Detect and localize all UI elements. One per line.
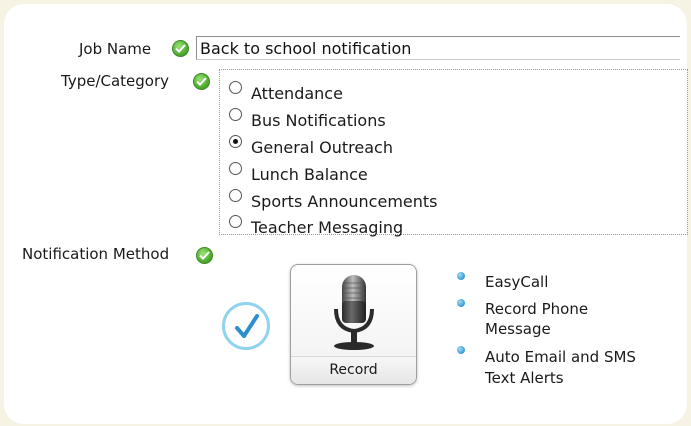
job-name-label: Job Name: [79, 40, 152, 58]
category-option-label: Attendance: [251, 84, 343, 103]
category-option-label: Sports Announcements: [251, 192, 438, 211]
method-option-record-phone-line2: Message: [485, 320, 551, 338]
type-category-valid-icon: [193, 73, 210, 90]
record-button-label: Record: [291, 356, 416, 384]
method-option-easycall: EasyCall: [485, 273, 549, 291]
bullet-icon: [457, 299, 465, 307]
microphone-icon: [334, 275, 374, 350]
category-option-label: Teacher Messaging: [251, 218, 404, 237]
type-category-label: Type/Category: [61, 72, 170, 90]
method-option-auto-email-line1: Auto Email and SMS: [485, 348, 636, 366]
category-option-label: Lunch Balance: [251, 165, 368, 184]
method-option-record-phone-line1: Record Phone: [485, 300, 589, 318]
radio-button[interactable]: [229, 81, 242, 94]
job-name-valid-icon: [172, 40, 189, 57]
job-name-input[interactable]: [196, 36, 680, 60]
radio-button[interactable]: [229, 189, 242, 202]
bullet-icon: [457, 346, 465, 354]
category-option-label: General Outreach: [251, 138, 393, 157]
radio-button[interactable]: [229, 215, 242, 228]
method-option-auto-email-line2: Text Alerts: [485, 369, 564, 387]
radio-button[interactable]: [229, 162, 242, 175]
notification-method-valid-icon: [196, 247, 213, 264]
notification-method-label: Notification Method: [22, 245, 170, 263]
category-option-label: Bus Notifications: [251, 111, 386, 130]
radio-button[interactable]: [229, 108, 242, 121]
radio-button-selected[interactable]: [229, 135, 242, 148]
record-button[interactable]: Record: [290, 264, 417, 385]
bullet-icon: [457, 272, 465, 280]
method-selected-check-icon[interactable]: [222, 302, 270, 350]
